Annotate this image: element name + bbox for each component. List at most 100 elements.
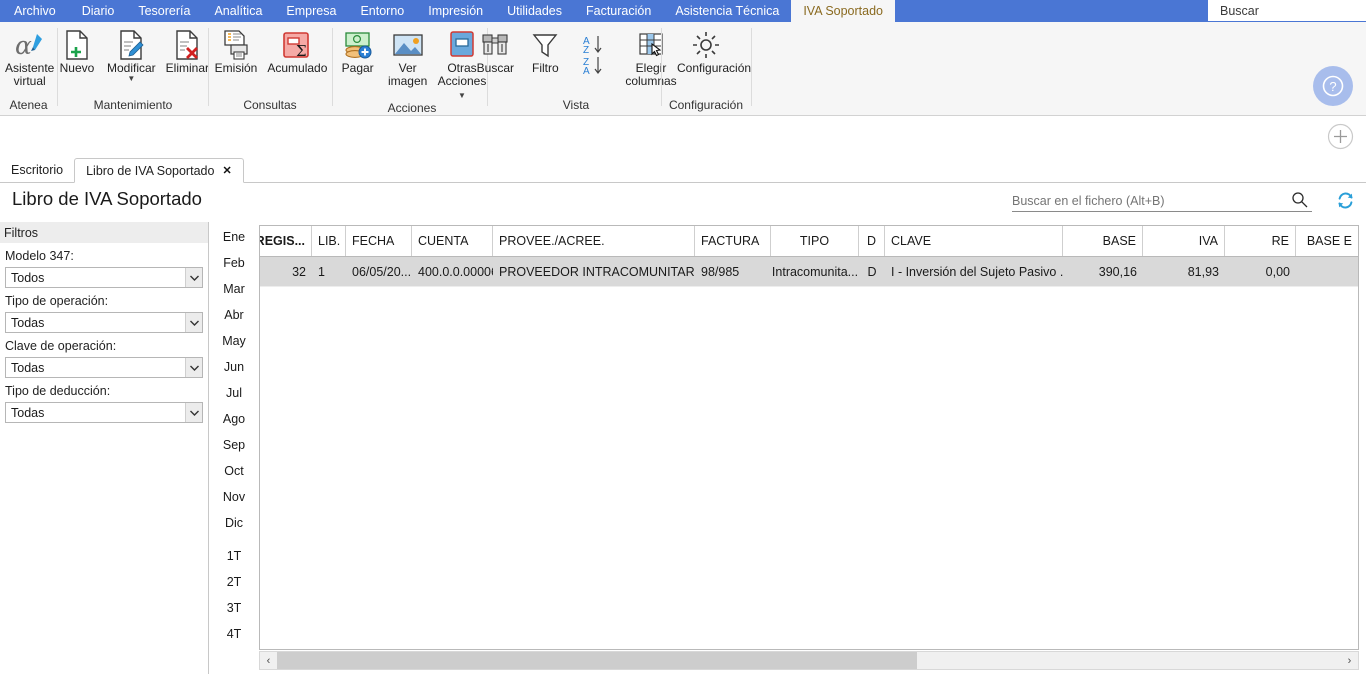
grid-header-base-e[interactable]: BASE E <box>1296 226 1358 256</box>
menu-item-impresi-n[interactable]: Impresión <box>416 0 495 22</box>
grid-header-lib[interactable]: LIB. <box>312 226 346 256</box>
sigma-book-icon: Σ <box>276 28 316 62</box>
close-icon[interactable]: ✕ <box>222 164 231 177</box>
delete-document-icon <box>167 28 207 62</box>
edit-document-icon <box>111 28 151 62</box>
period-quarter-4t[interactable]: 4T <box>212 621 256 647</box>
filter-select-modelo-347[interactable]: Todos <box>5 267 203 288</box>
period-month-jun[interactable]: Jun <box>212 354 256 380</box>
period-quarter-1t[interactable]: 1T <box>212 543 256 569</box>
file-search-box[interactable] <box>1012 190 1312 212</box>
grid-header-cuenta[interactable]: CUENTA <box>412 226 493 256</box>
grid-header-re[interactable]: RE <box>1225 226 1296 256</box>
refresh-icon[interactable] <box>1336 191 1355 213</box>
nuevo-button[interactable]: Nuevo <box>52 26 102 75</box>
filter-select-tipo-de-deducci-n[interactable]: Todas <box>5 402 203 423</box>
period-month-ago[interactable]: Ago <box>212 406 256 432</box>
filter-block-modelo-347: Modelo 347: Todos <box>0 243 208 288</box>
asistente-virtual-button[interactable]: α Asistente virtual <box>0 26 59 88</box>
filter-select-tipo-de-operaci-n[interactable]: Todas <box>5 312 203 333</box>
filtro-button[interactable]: Filtro <box>520 26 570 75</box>
document-tab-libro-de-iva-soportado[interactable]: Libro de IVA Soportado ✕ <box>74 158 244 183</box>
sort-buttons[interactable]: A Z Z A <box>570 26 620 78</box>
print-document-icon <box>216 28 256 62</box>
scrollbar-track[interactable] <box>277 652 1341 669</box>
period-month-oct[interactable]: Oct <box>212 458 256 484</box>
menu-item-entorno[interactable]: Entorno <box>348 0 416 22</box>
grid-header-regis[interactable]: REGIS... <box>260 226 312 256</box>
grid-header-factura[interactable]: FACTURA <box>695 226 771 256</box>
filter-label: Clave de operación: <box>5 339 117 353</box>
period-month-sep[interactable]: Sep <box>212 432 256 458</box>
ribbon-separator-6 <box>751 28 752 106</box>
file-search-input[interactable] <box>1012 193 1287 208</box>
scroll-right-arrow[interactable]: › <box>1341 652 1358 669</box>
grid-header-tipo[interactable]: TIPO <box>771 226 859 256</box>
filter-block-tipo-de-operaci-n: Tipo de operación: Todas <box>0 288 208 333</box>
ver-imagen-button[interactable]: Ver imagen <box>383 26 433 88</box>
pagar-button[interactable]: Pagar <box>333 26 383 75</box>
grid-row[interactable]: 32 1 06/05/20... 400.0.0.00006 PROVEEDOR INT… <box>260 257 1358 287</box>
menu-item-archivo[interactable]: Archivo <box>0 0 70 22</box>
grid-header-base[interactable]: BASE <box>1063 226 1143 256</box>
period-month-dic[interactable]: Dic <box>212 510 256 536</box>
scroll-left-arrow[interactable]: ‹ <box>260 652 277 669</box>
otras-acciones-caret[interactable]: ▼ <box>458 91 466 100</box>
svg-text:A: A <box>583 66 590 77</box>
chevron-down-icon[interactable] <box>185 403 202 422</box>
menu-item-diario[interactable]: Diario <box>70 0 127 22</box>
menu-item-anal-tica[interactable]: Analítica <box>202 0 274 22</box>
add-tab-button[interactable] <box>1327 123 1354 150</box>
acumulado-label: Acumulado <box>267 61 328 75</box>
chevron-down-icon[interactable] <box>185 313 202 332</box>
chevron-down-icon[interactable] <box>185 268 202 287</box>
grid-header-fecha[interactable]: FECHA <box>346 226 412 256</box>
document-tab-escritorio[interactable]: Escritorio <box>0 158 74 182</box>
grid-horizontal-scrollbar[interactable]: ‹ › <box>259 651 1359 670</box>
grid-header-d[interactable]: D <box>859 226 885 256</box>
grid-cell-d: D <box>867 264 877 279</box>
svg-text:α: α <box>15 31 32 60</box>
period-quarter-3t[interactable]: 3T <box>212 595 256 621</box>
period-month-feb[interactable]: Feb <box>212 250 256 276</box>
eliminar-button[interactable]: Eliminar <box>161 26 214 75</box>
money-coins-icon <box>338 28 378 62</box>
period-month-may[interactable]: May <box>212 328 256 354</box>
period-month-abr[interactable]: Abr <box>212 302 256 328</box>
modificar-dropdown-caret[interactable]: ▼ <box>127 75 135 83</box>
buscar-button[interactable]: Buscar <box>470 26 520 75</box>
menu-item-iva-soportado[interactable]: IVA Soportado <box>791 0 895 22</box>
pagar-label: Pagar <box>341 61 374 75</box>
grid-cell-fecha: 06/05/20... <box>352 264 412 279</box>
menu-item-empresa[interactable]: Empresa <box>274 0 348 22</box>
modificar-button[interactable]: Modificar ▼ <box>102 26 161 83</box>
sort-az-za-icon: A Z Z A <box>575 32 615 78</box>
document-tab-label: Libro de IVA Soportado <box>86 163 215 178</box>
scrollbar-thumb[interactable] <box>277 652 917 669</box>
menu-item-utilidades[interactable]: Utilidades <box>495 0 574 22</box>
emision-button[interactable]: Emisión <box>210 26 263 75</box>
menu-spacer <box>895 0 1208 22</box>
grid-header-clave[interactable]: CLAVE <box>885 226 1063 256</box>
period-month-ene[interactable]: Ene <box>212 224 256 250</box>
configuracion-button[interactable]: Configuración <box>672 26 752 75</box>
configuracion-label: Configuración <box>677 61 752 75</box>
period-month-jul[interactable]: Jul <box>212 380 256 406</box>
filter-select-clave-de-operaci-n[interactable]: Todas <box>5 357 203 378</box>
menu-item-asistencia-t-cnica[interactable]: Asistencia Técnica <box>663 0 791 22</box>
menu-item-tesorer-a[interactable]: Tesorería <box>126 0 202 22</box>
global-search-box[interactable]: Buscar <box>1208 0 1366 22</box>
period-quarter-2t[interactable]: 2T <box>212 569 256 595</box>
search-icon[interactable] <box>1287 191 1312 211</box>
period-month-nov[interactable]: Nov <box>212 484 256 510</box>
filter-select-value: Todos <box>11 270 45 285</box>
grid-header-provee-acree[interactable]: PROVEE./ACREE. <box>493 226 695 256</box>
menu-item-facturaci-n[interactable]: Facturación <box>574 0 663 22</box>
nuevo-label: Nuevo <box>59 61 95 75</box>
acumulado-button[interactable]: Σ Acumulado <box>262 26 330 75</box>
period-month-mar[interactable]: Mar <box>212 276 256 302</box>
chevron-down-icon[interactable] <box>185 358 202 377</box>
grid-cell-factura: 98/985 <box>701 264 740 279</box>
grid-header-iva[interactable]: IVA <box>1143 226 1225 256</box>
help-button[interactable]: ? <box>1313 66 1353 106</box>
